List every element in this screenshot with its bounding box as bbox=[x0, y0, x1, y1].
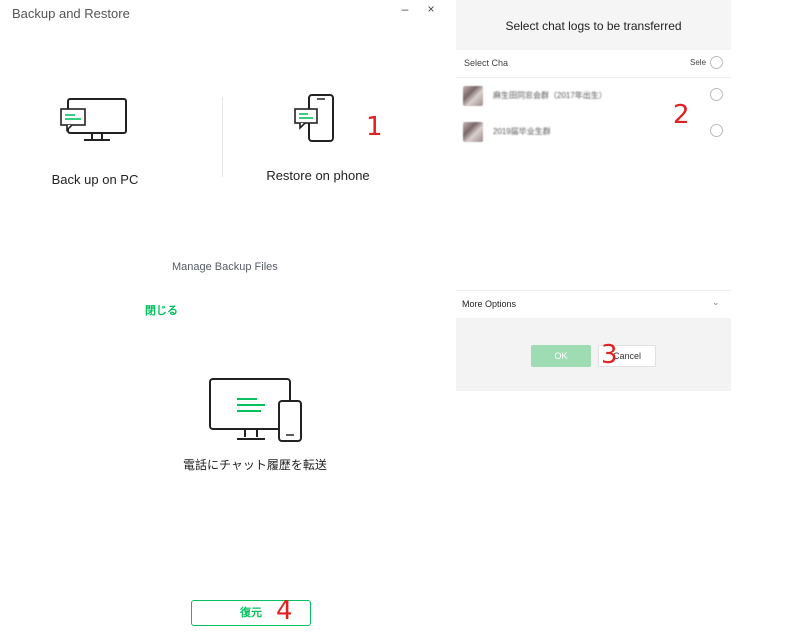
select-all-label: Sele bbox=[690, 58, 707, 67]
chat-avatar bbox=[463, 86, 483, 106]
restore-on-phone-label: Restore on phone bbox=[266, 168, 370, 183]
ok-button[interactable]: OK bbox=[531, 345, 591, 367]
annotation-number: 1 bbox=[366, 112, 383, 142]
minimize-button[interactable]: – bbox=[398, 2, 412, 18]
close-link[interactable]: 閉じる bbox=[145, 302, 178, 318]
chat-avatar bbox=[463, 122, 483, 142]
chat-list-item[interactable]: 麻生田同窓会群（2017年出生） bbox=[456, 78, 731, 114]
dialog-footer bbox=[456, 318, 731, 391]
restore-button[interactable]: 復元 bbox=[191, 600, 311, 626]
monitor-chat-icon bbox=[60, 98, 127, 141]
annotation-number: 3 bbox=[601, 340, 618, 370]
restore-on-phone-option[interactable]: Restore on phone bbox=[218, 93, 418, 183]
backup-on-pc-option[interactable]: Back up on PC bbox=[0, 95, 195, 187]
chat-select-radio[interactable] bbox=[710, 88, 723, 101]
transfer-to-phone-label: 電話にチャット履歴を転送 bbox=[183, 458, 327, 472]
backup-on-pc-label: Back up on PC bbox=[51, 172, 139, 187]
chevron-down-icon: ⌄ bbox=[712, 297, 720, 307]
manage-backup-files-link[interactable]: Manage Backup Files bbox=[172, 261, 278, 273]
close-window-button[interactable]: × bbox=[424, 2, 438, 18]
select-all-radio[interactable] bbox=[710, 56, 723, 69]
select-chat-logs-header: Select chat logs to be transferred bbox=[456, 0, 731, 50]
select-chats-label: Select Cha bbox=[464, 58, 509, 68]
phone-chat-icon bbox=[294, 94, 334, 142]
annotation-number: 2 bbox=[673, 100, 690, 130]
annotation-number: 4 bbox=[276, 596, 293, 626]
chat-list-header: Select Cha Sele bbox=[456, 50, 731, 78]
window-title: Backup and Restore bbox=[12, 6, 130, 21]
desktop-phone-transfer-icon bbox=[209, 378, 302, 442]
chat-name: 2019届毕业生群 bbox=[493, 127, 551, 136]
more-options-label: More Options bbox=[462, 299, 517, 309]
chat-list-item[interactable]: 2019届毕业生群 bbox=[456, 114, 731, 150]
chat-select-radio[interactable] bbox=[710, 124, 723, 137]
chat-name: 麻生田同窓会群（2017年出生） bbox=[493, 91, 607, 100]
more-options-row[interactable]: More Options ⌄ bbox=[456, 290, 731, 318]
